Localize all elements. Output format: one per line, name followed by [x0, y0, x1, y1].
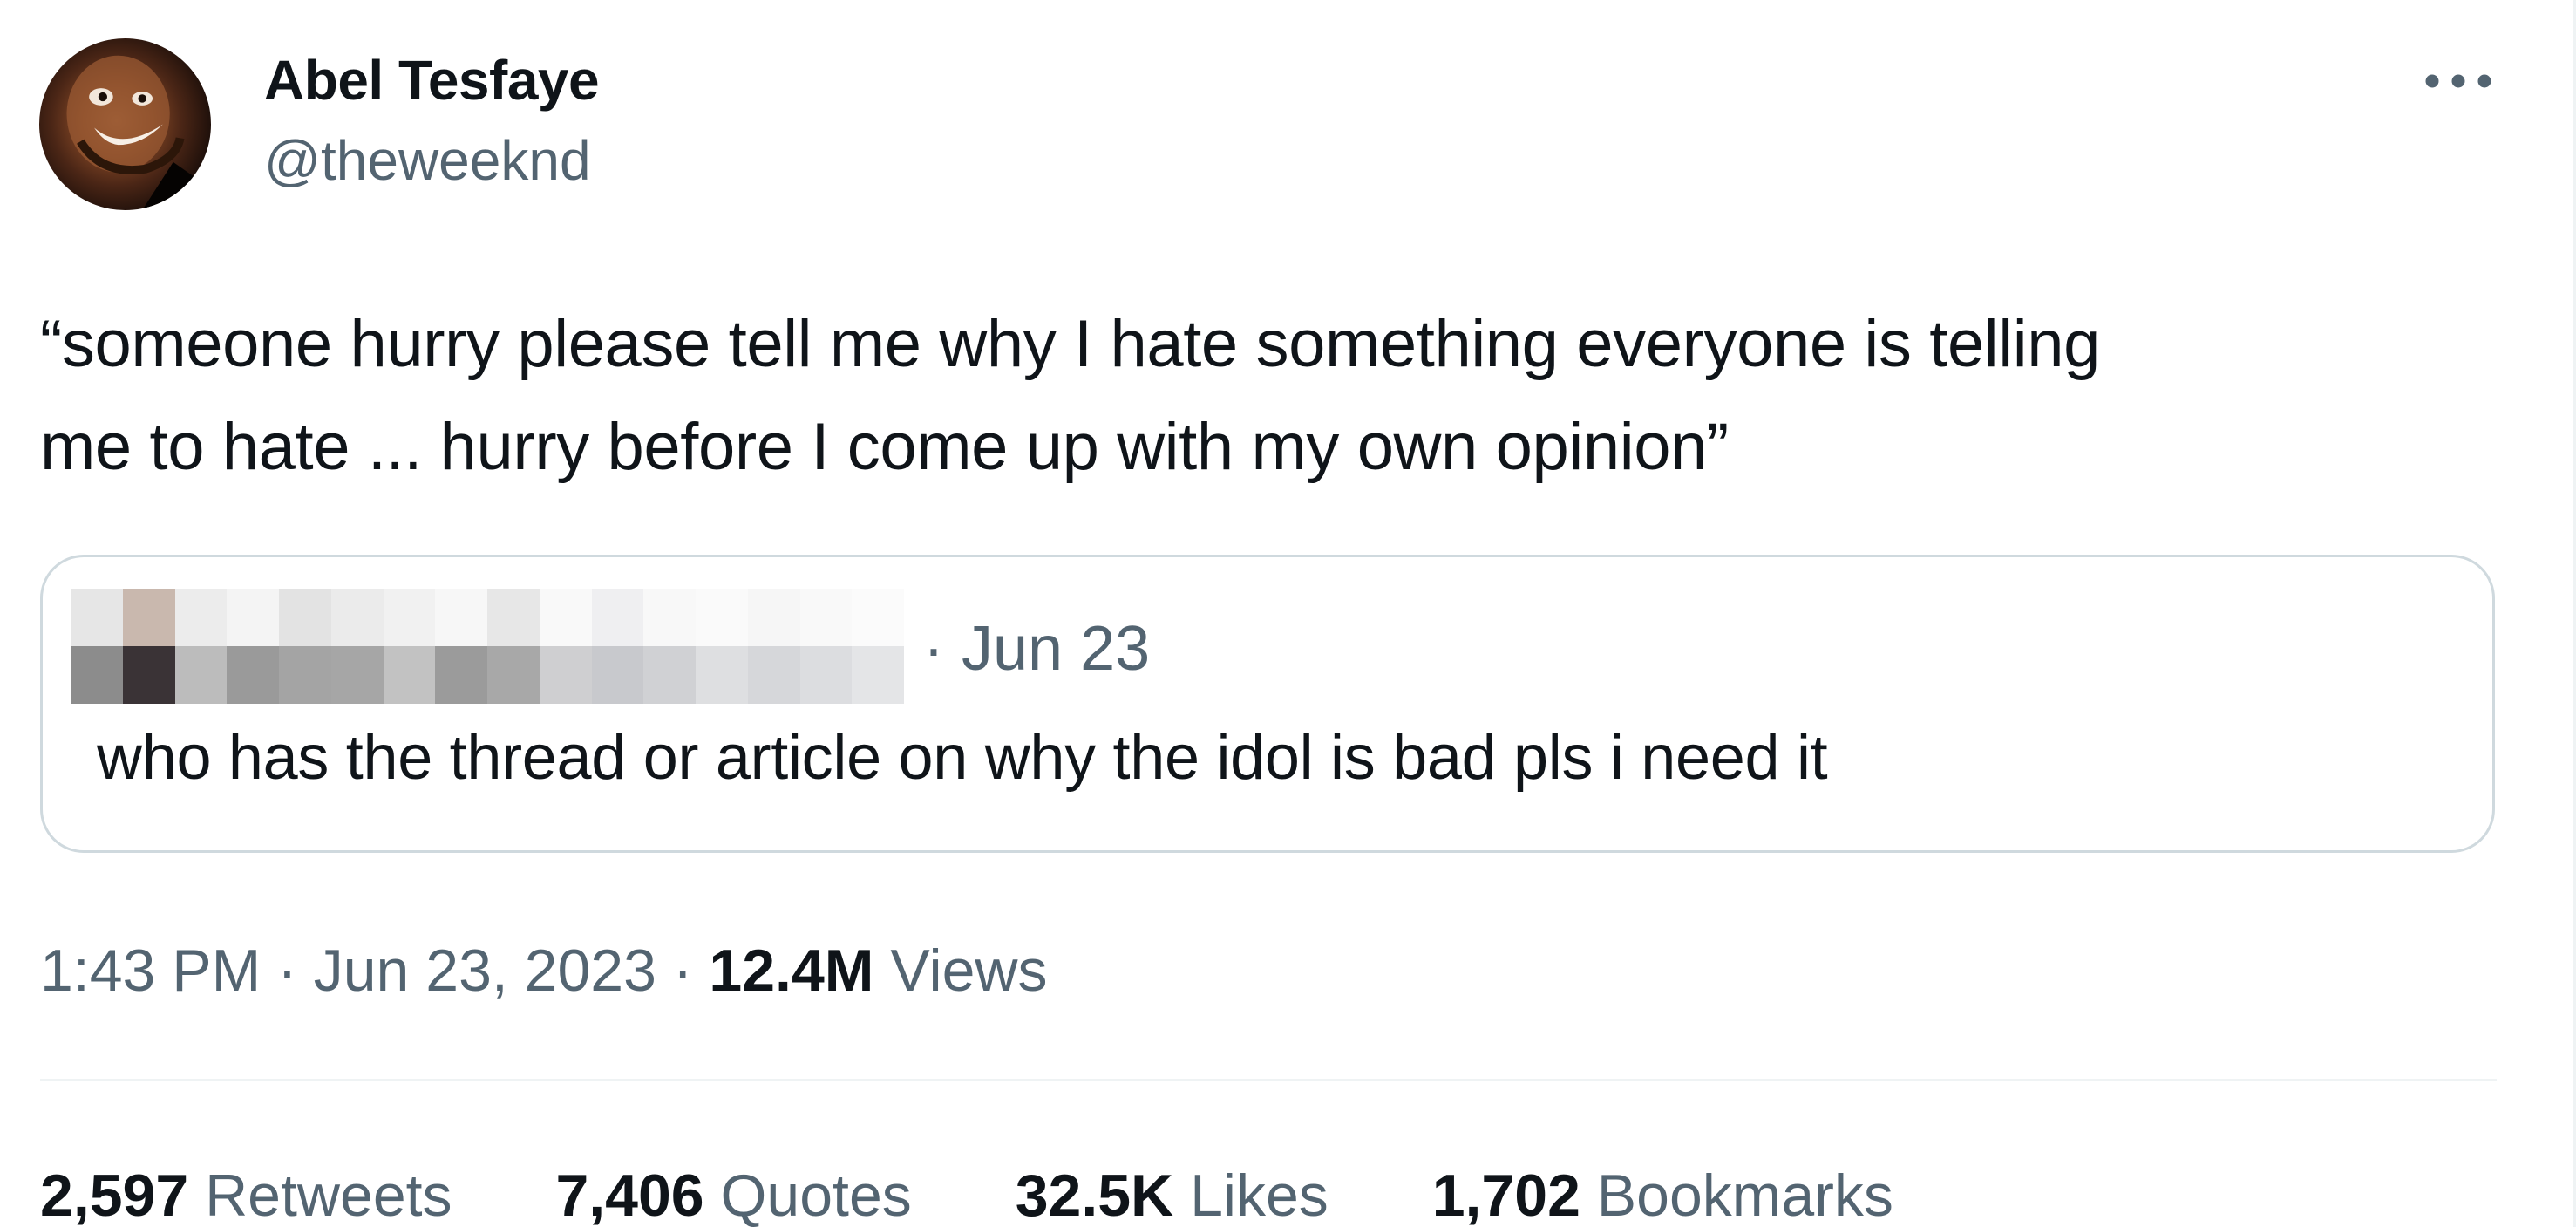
retweets-count: 2,597: [40, 1162, 189, 1227]
tweet-time[interactable]: 1:43 PM: [40, 937, 261, 1004]
tweet-meta: 1:43 PM · Jun 23, 2023 · 12.4M Views: [40, 931, 1048, 1010]
author-info: Abel Tesfaye @theweeknd: [264, 45, 600, 195]
author-name[interactable]: Abel Tesfaye: [264, 45, 600, 115]
views-count: 12.4M: [709, 937, 874, 1004]
divider: [40, 1079, 2497, 1081]
tweet-detail: Abel Tesfaye @theweeknd “someone hurry p…: [0, 0, 2576, 1227]
likes-label: Likes: [1190, 1162, 1329, 1227]
author-avatar[interactable]: [39, 38, 211, 210]
likes-count: 32.5K: [1015, 1162, 1174, 1227]
quoted-tweet-text: who has the thread or article on why the…: [97, 723, 1828, 793]
tweet-text-line-1: “someone hurry please tell me why I hate…: [40, 307, 2100, 381]
bookmarks-stat[interactable]: 1,702 Bookmarks: [1432, 1156, 1893, 1227]
more-horizontal-icon: [2425, 74, 2491, 88]
scrollbar-track: [2573, 0, 2576, 1227]
more-button[interactable]: [2415, 52, 2502, 110]
quotes-stat[interactable]: 7,406 Quotes: [555, 1156, 911, 1227]
quoted-author-redacted: [71, 589, 904, 704]
tweet-text: “someone hurry please tell me why I hate…: [40, 293, 2481, 499]
quoted-tweet-date: · Jun 23: [923, 614, 1151, 684]
engagement-stats: 2,597 Retweets 7,406 Quotes 32.5K Likes …: [40, 1156, 1981, 1227]
avatar-photo-icon: [66, 55, 208, 210]
meta-separator: ·: [277, 937, 297, 1004]
retweets-stat[interactable]: 2,597 Retweets: [40, 1156, 452, 1227]
bookmarks-label: Bookmarks: [1596, 1162, 1893, 1227]
likes-stat[interactable]: 32.5K Likes: [1016, 1156, 1329, 1227]
tweet-text-line-2: me to hate ... hurry before I come up wi…: [40, 410, 1729, 484]
tweet-date[interactable]: Jun 23, 2023: [314, 937, 656, 1004]
bookmarks-count: 1,702: [1431, 1162, 1580, 1227]
quotes-label: Quotes: [720, 1162, 912, 1227]
views-label: Views: [890, 937, 1048, 1004]
quotes-count: 7,406: [555, 1162, 704, 1227]
retweets-label: Retweets: [205, 1162, 452, 1227]
meta-separator: ·: [672, 937, 693, 1004]
quoted-tweet-card[interactable]: · Jun 23 who has the thread or article o…: [40, 555, 2495, 853]
author-handle[interactable]: @theweeknd: [264, 126, 599, 195]
